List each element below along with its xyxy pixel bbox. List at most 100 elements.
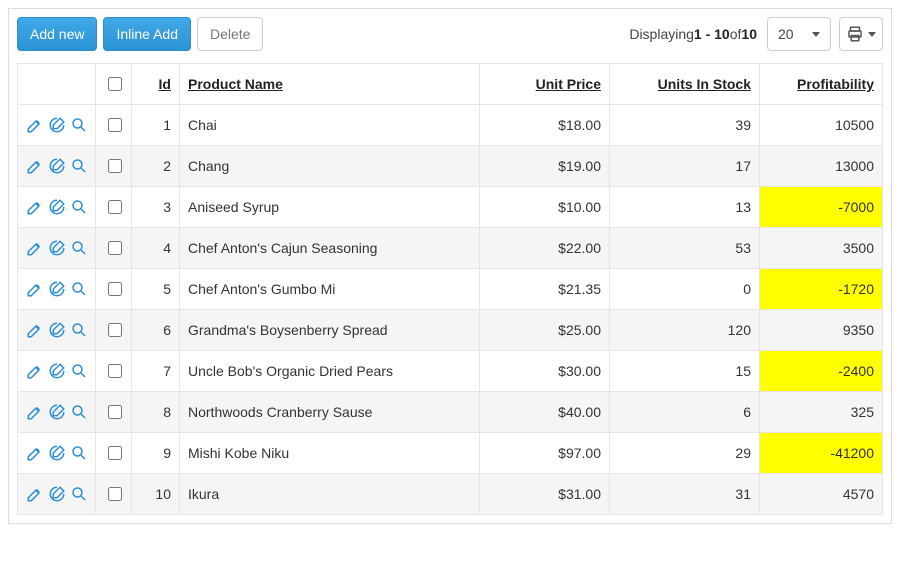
cell-units-in-stock: 53 xyxy=(610,228,760,269)
cell-id: 4 xyxy=(132,228,180,269)
edit-icon[interactable] xyxy=(26,198,44,216)
inline-edit-icon[interactable] xyxy=(48,444,66,462)
cell-unit-price: $25.00 xyxy=(480,310,610,351)
cell-product-name: Chai xyxy=(180,105,480,146)
select-all-checkbox[interactable] xyxy=(108,77,122,91)
inline-edit-icon[interactable] xyxy=(48,403,66,421)
page-size-select[interactable]: 20 xyxy=(767,17,831,51)
row-actions xyxy=(26,485,87,503)
view-icon[interactable] xyxy=(70,198,88,216)
row-actions xyxy=(26,444,87,462)
cell-units-in-stock: 31 xyxy=(610,474,760,515)
inline-edit-icon[interactable] xyxy=(48,280,66,298)
inline-add-button[interactable]: Inline Add xyxy=(103,17,191,51)
edit-icon[interactable] xyxy=(26,116,44,134)
row-checkbox[interactable] xyxy=(108,241,122,255)
view-icon[interactable] xyxy=(70,239,88,257)
cell-units-in-stock: 13 xyxy=(610,187,760,228)
delete-button[interactable]: Delete xyxy=(197,17,263,51)
view-icon[interactable] xyxy=(70,444,88,462)
edit-icon[interactable] xyxy=(26,485,44,503)
row-checkbox[interactable] xyxy=(108,405,122,419)
cell-id: 3 xyxy=(132,187,180,228)
row-actions xyxy=(26,321,87,339)
cell-product-name: Aniseed Syrup xyxy=(180,187,480,228)
cell-id: 6 xyxy=(132,310,180,351)
data-table: Id Product Name Unit Price Units In Stoc… xyxy=(17,63,883,515)
cell-unit-price: $19.00 xyxy=(480,146,610,187)
inline-edit-icon[interactable] xyxy=(48,321,66,339)
row-checkbox[interactable] xyxy=(108,200,122,214)
cell-unit-price: $21.35 xyxy=(480,269,610,310)
table-row: 2Chang$19.001713000 xyxy=(18,146,883,187)
row-checkbox[interactable] xyxy=(108,323,122,337)
cell-profitability: 325 xyxy=(760,392,883,433)
view-icon[interactable] xyxy=(70,321,88,339)
edit-icon[interactable] xyxy=(26,444,44,462)
cell-product-name: Chang xyxy=(180,146,480,187)
cell-product-name: Chef Anton's Gumbo Mi xyxy=(180,269,480,310)
inline-edit-icon[interactable] xyxy=(48,116,66,134)
column-header-profitability[interactable]: Profitability xyxy=(760,64,883,105)
column-header-id[interactable]: Id xyxy=(132,64,180,105)
cell-profitability: 13000 xyxy=(760,146,883,187)
cell-units-in-stock: 15 xyxy=(610,351,760,392)
table-header-row: Id Product Name Unit Price Units In Stoc… xyxy=(18,64,883,105)
view-icon[interactable] xyxy=(70,485,88,503)
inline-edit-icon[interactable] xyxy=(48,485,66,503)
cell-product-name: Uncle Bob's Organic Dried Pears xyxy=(180,351,480,392)
row-checkbox[interactable] xyxy=(108,159,122,173)
cell-product-name: Northwoods Cranberry Sause xyxy=(180,392,480,433)
row-actions xyxy=(26,198,87,216)
view-icon[interactable] xyxy=(70,157,88,175)
pager-prefix: Displaying xyxy=(629,26,694,42)
column-header-units-in-stock[interactable]: Units In Stock xyxy=(610,64,760,105)
cell-unit-price: $97.00 xyxy=(480,433,610,474)
cell-units-in-stock: 0 xyxy=(610,269,760,310)
edit-icon[interactable] xyxy=(26,157,44,175)
cell-product-name: Mishi Kobe Niku xyxy=(180,433,480,474)
column-header-unit-price[interactable]: Unit Price xyxy=(480,64,610,105)
column-header-actions xyxy=(18,64,96,105)
pager-total: 10 xyxy=(741,26,757,42)
edit-icon[interactable] xyxy=(26,239,44,257)
cell-unit-price: $40.00 xyxy=(480,392,610,433)
cell-id: 2 xyxy=(132,146,180,187)
row-checkbox[interactable] xyxy=(108,446,122,460)
table-row: 10Ikura$31.00314570 xyxy=(18,474,883,515)
edit-icon[interactable] xyxy=(26,403,44,421)
chevron-down-icon xyxy=(868,32,876,37)
add-new-button[interactable]: Add new xyxy=(17,17,97,51)
row-checkbox[interactable] xyxy=(108,364,122,378)
view-icon[interactable] xyxy=(70,403,88,421)
row-checkbox[interactable] xyxy=(108,282,122,296)
view-icon[interactable] xyxy=(70,280,88,298)
column-header-product-name[interactable]: Product Name xyxy=(180,64,480,105)
row-actions xyxy=(26,157,87,175)
table-row: 8Northwoods Cranberry Sause$40.006325 xyxy=(18,392,883,433)
cell-profitability: -1720 xyxy=(760,269,883,310)
print-button[interactable] xyxy=(839,17,883,51)
inline-edit-icon[interactable] xyxy=(48,198,66,216)
row-checkbox[interactable] xyxy=(108,118,122,132)
edit-icon[interactable] xyxy=(26,362,44,380)
inline-edit-icon[interactable] xyxy=(48,239,66,257)
pager-range: 1 - 10 xyxy=(694,26,730,42)
chevron-down-icon xyxy=(812,32,820,37)
cell-id: 7 xyxy=(132,351,180,392)
cell-id: 5 xyxy=(132,269,180,310)
table-row: 6Grandma's Boysenberry Spread$25.0012093… xyxy=(18,310,883,351)
cell-id: 1 xyxy=(132,105,180,146)
row-checkbox[interactable] xyxy=(108,487,122,501)
view-icon[interactable] xyxy=(70,362,88,380)
toolbar: Add new Inline Add Delete Displaying 1 -… xyxy=(17,17,883,51)
edit-icon[interactable] xyxy=(26,321,44,339)
cell-id: 10 xyxy=(132,474,180,515)
inline-edit-icon[interactable] xyxy=(48,157,66,175)
cell-unit-price: $31.00 xyxy=(480,474,610,515)
cell-unit-price: $30.00 xyxy=(480,351,610,392)
cell-unit-price: $22.00 xyxy=(480,228,610,269)
edit-icon[interactable] xyxy=(26,280,44,298)
view-icon[interactable] xyxy=(70,116,88,134)
inline-edit-icon[interactable] xyxy=(48,362,66,380)
